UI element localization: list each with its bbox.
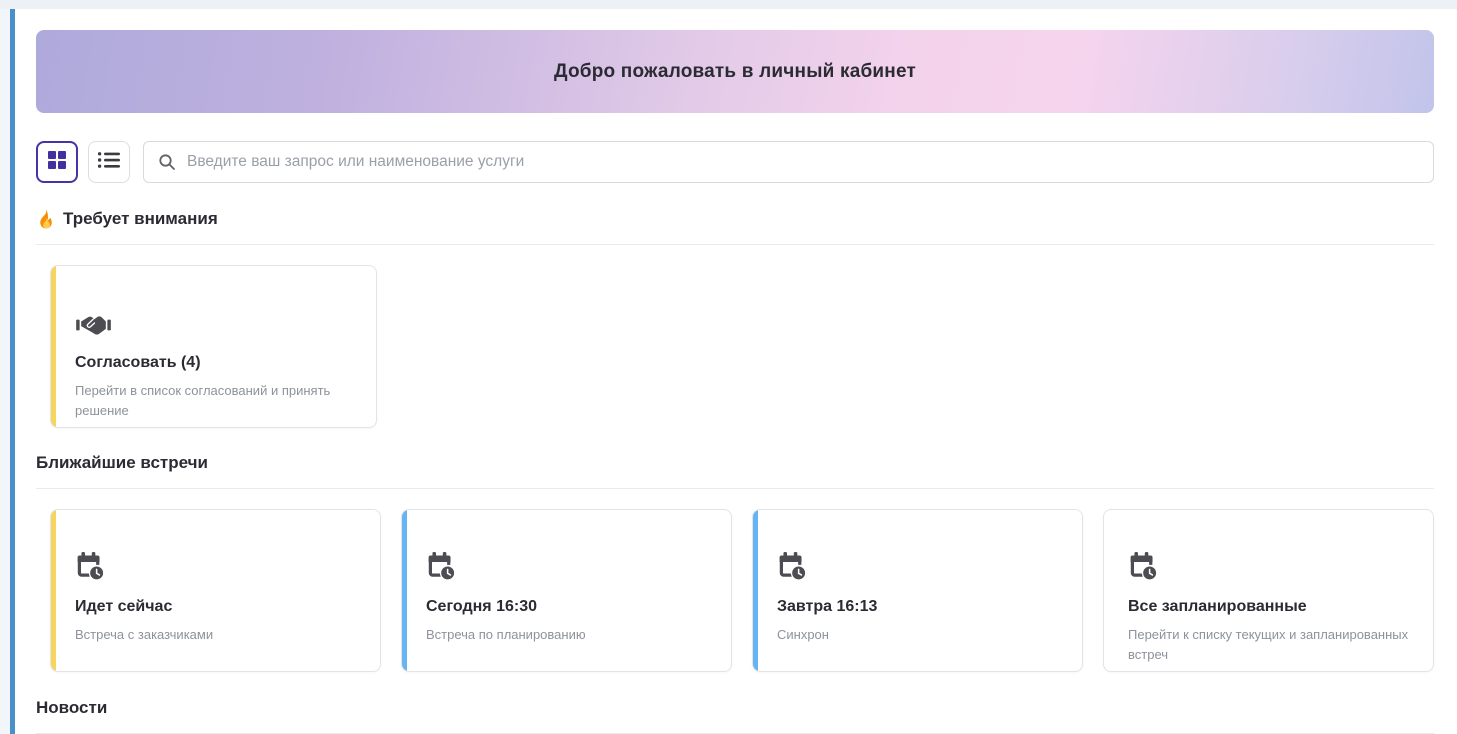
calendar-clock-icon [426, 550, 707, 582]
section-news-header: Новости [36, 698, 1434, 718]
left-gutter [0, 9, 10, 734]
card-subtitle: Встреча по планированию [426, 625, 707, 645]
meeting-cards: Идет сейчас Встреча с заказчиками [36, 509, 1434, 672]
card-title: Идет сейчас [75, 598, 356, 616]
main-content: Добро пожаловать в личный кабинет [36, 30, 1434, 734]
grid-view-icon [46, 149, 68, 176]
grid-view-button[interactable] [36, 141, 78, 183]
left-accent-rail [10, 9, 15, 734]
top-strip [0, 0, 1457, 9]
card-meeting-now[interactable]: Идет сейчас Встреча с заказчиками [50, 509, 381, 672]
card-accent-strip [51, 266, 56, 427]
search-icon [158, 153, 176, 171]
card-meeting-tomorrow[interactable]: Завтра 16:13 Синхрон [752, 509, 1083, 672]
card-subtitle: Перейти к списку текущих и запланированн… [1128, 625, 1409, 664]
section-meetings-title: Ближайшие встречи [36, 453, 208, 473]
card-meetings-all[interactable]: Все запланированные Перейти к списку тек… [1103, 509, 1434, 672]
card-title: Согласовать (4) [75, 354, 352, 372]
card-subtitle: Встреча с заказчиками [75, 625, 356, 645]
attention-cards: Согласовать (4) Перейти в список согласо… [36, 265, 1434, 428]
card-subtitle: Перейти в список согласований и принять … [75, 381, 352, 420]
card-title: Завтра 16:13 [777, 598, 1058, 616]
calendar-clock-icon [75, 550, 356, 582]
page-title: Добро пожаловать в личный кабинет [554, 61, 916, 83]
toolbar [36, 141, 1434, 183]
calendar-clock-icon [1128, 550, 1409, 582]
card-meeting-today[interactable]: Сегодня 16:30 Встреча по планированию [401, 509, 732, 672]
list-view-button[interactable] [88, 141, 130, 183]
search-input[interactable] [187, 153, 1419, 171]
card-accent-strip [402, 510, 407, 671]
handshake-icon [75, 306, 352, 338]
card-title: Сегодня 16:30 [426, 598, 707, 616]
section-attention-header: Требует внимания [36, 208, 1434, 229]
card-title: Все запланированные [1128, 598, 1409, 616]
card-accent-strip [51, 510, 56, 671]
calendar-clock-icon [777, 550, 1058, 582]
card-subtitle: Синхрон [777, 625, 1058, 645]
list-view-icon [97, 149, 121, 176]
section-attention-title: Требует внимания [63, 209, 218, 229]
section-divider [36, 244, 1434, 245]
search-box[interactable] [143, 141, 1434, 183]
section-divider [36, 488, 1434, 489]
section-meetings-header: Ближайшие встречи [36, 453, 1434, 473]
card-accent-strip [753, 510, 758, 671]
card-approve[interactable]: Согласовать (4) Перейти в список согласо… [50, 265, 377, 428]
section-news-title: Новости [36, 698, 107, 718]
fire-icon [36, 208, 55, 229]
welcome-banner: Добро пожаловать в личный кабинет [36, 30, 1434, 113]
